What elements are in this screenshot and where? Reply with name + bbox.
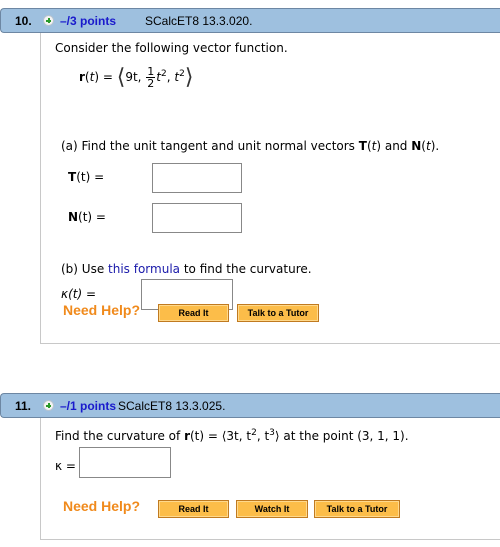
read-it-button[interactable]: Read It: [158, 304, 229, 322]
watch-it-button[interactable]: Watch It: [236, 500, 308, 518]
separator: ,: [166, 70, 171, 84]
talk-to-tutor-button[interactable]: Talk to a Tutor: [314, 500, 400, 518]
T-symbol: T: [358, 139, 367, 153]
equals: =: [102, 70, 113, 84]
kappa-label: κ(t) =: [61, 287, 97, 301]
kappa-answer-input[interactable]: [79, 447, 171, 478]
N-symbol: N: [411, 139, 422, 153]
and-word: and: [381, 139, 412, 153]
right-angle-bracket: ⟩: [184, 65, 194, 90]
question-prompt: Find the curvature of r(t) = ⟨3t, t2, t3…: [55, 428, 409, 443]
T-bold: T: [68, 170, 77, 184]
expand-plus-icon[interactable]: [43, 15, 54, 26]
part-a-text: (a) Find the unit tangent and unit norma…: [61, 139, 440, 153]
points-link[interactable]: –/3 points: [60, 14, 116, 28]
fraction: 12: [146, 66, 156, 90]
part-b-lead: (b) Use: [61, 262, 109, 276]
period: .: [435, 139, 440, 153]
prompt-tail: at the point (3, 1, 1).: [279, 429, 409, 443]
expand-plus-icon[interactable]: [43, 400, 54, 411]
points-link[interactable]: –/1 points: [60, 399, 116, 413]
formula-link[interactable]: this formula: [108, 262, 180, 276]
read-it-button[interactable]: Read It: [158, 500, 229, 518]
question-number: 11.: [15, 399, 32, 413]
r-expression-mid: , t: [256, 429, 270, 443]
question-prompt: Consider the following vector function.: [55, 41, 288, 55]
component-1: 9t,: [125, 70, 142, 84]
N-bold: N: [68, 210, 79, 224]
question-source: SCalcET8 13.3.025.: [118, 399, 226, 413]
fraction-denominator: 2: [147, 77, 155, 90]
part-a-lead: (a) Find the unit tangent and unit norma…: [61, 139, 359, 153]
talk-to-tutor-button[interactable]: Talk to a Tutor: [237, 304, 319, 322]
question-11-header: 11. –/1 points SCalcET8 13.3.025.: [0, 393, 500, 418]
question-11-body: Find the curvature of r(t) = ⟨3t, t2, t3…: [40, 418, 500, 540]
r-label: r: [79, 70, 85, 84]
vector-function: r(t) = ⟨9t, 1 2 t2, t2⟩: [79, 65, 194, 90]
r-expression: (t) = ⟨3t, t: [189, 429, 252, 443]
question-10-body: Consider the following vector function. …: [40, 33, 500, 344]
question-source: SCalcET8 13.3.020.: [145, 14, 253, 28]
N-rest: (t) =: [78, 210, 106, 224]
part-b-text: (b) Use this formula to find the curvatu…: [61, 262, 312, 276]
part-b-tail: to find the curvature.: [180, 262, 312, 276]
need-help-label: Need Help?: [63, 302, 141, 318]
question-10-header: 10. –/3 points SCalcET8 13.3.020.: [0, 8, 500, 33]
need-help-label: Need Help?: [63, 498, 141, 514]
T-answer-input[interactable]: [152, 163, 242, 193]
prompt-lead: Find the curvature of: [55, 429, 185, 443]
question-number: 10.: [15, 14, 32, 28]
N-answer-input[interactable]: [152, 203, 242, 233]
T-rest: (t) =: [76, 170, 105, 184]
kappa-label: κ =: [55, 459, 76, 473]
T-label: T(t) =: [68, 170, 104, 184]
N-label: N(t) =: [68, 210, 106, 224]
